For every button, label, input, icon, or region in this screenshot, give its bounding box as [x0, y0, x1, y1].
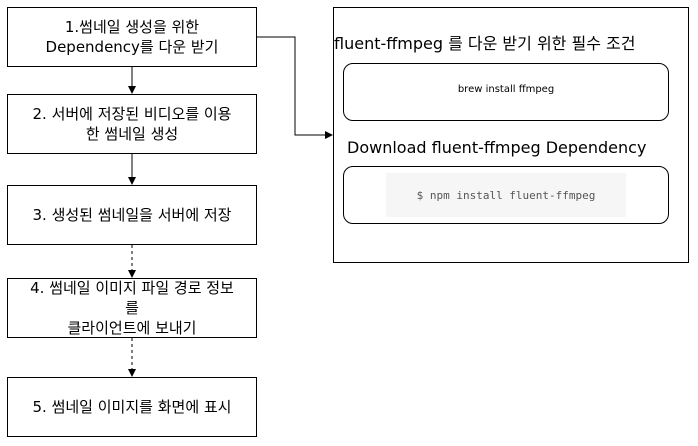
step-4-box: 4. 썸네일 이미지 파일 경로 정보 를 클라이언트에 보내기: [7, 278, 257, 338]
step-2-label: 2. 서버에 저장된 비디오를 이용 한 썸네일 생성: [32, 105, 232, 143]
npm-code-block: $ npm install fluent-ffmpeg: [386, 173, 626, 217]
step-5-label: 5. 썸네일 이미지를 화면에 표시: [32, 398, 232, 416]
step-1-box: 1.썸네일 생성을 위한 Dependency를 다운 받기: [7, 7, 257, 67]
step-5-box: 5. 썸네일 이미지를 화면에 표시: [7, 377, 257, 437]
step-4-label: 4. 썸네일 이미지 파일 경로 정보 를 클라이언트에 보내기: [30, 279, 234, 337]
step-3-label: 3. 생성된 썸네일을 서버에 저장: [32, 206, 232, 224]
npm-command: $ npm install fluent-ffmpeg: [416, 188, 596, 202]
step-2-box: 2. 서버에 저장된 비디오를 이용 한 썸네일 생성: [7, 94, 257, 154]
step-3-box: 3. 생성된 썸네일을 서버에 저장: [7, 185, 257, 245]
brew-command: brew install ffmpeg: [457, 84, 555, 95]
panel-title: fluent-ffmpeg 를 다운 받기 위한 필수 조건: [334, 34, 636, 53]
step-1-label: 1.썸네일 생성을 위한 Dependency를 다운 받기: [45, 18, 219, 56]
panel-subtitle: Download fluent-ffmpeg Dependency: [347, 138, 647, 157]
arrow-step1-to-panel: [257, 36, 333, 139]
prerequisites-panel: fluent-ffmpeg 를 다운 받기 위한 필수 조건 brew inst…: [333, 7, 689, 263]
brew-command-box: brew install ffmpeg: [343, 63, 669, 121]
npm-command-box: $ npm install fluent-ffmpeg: [343, 166, 669, 224]
